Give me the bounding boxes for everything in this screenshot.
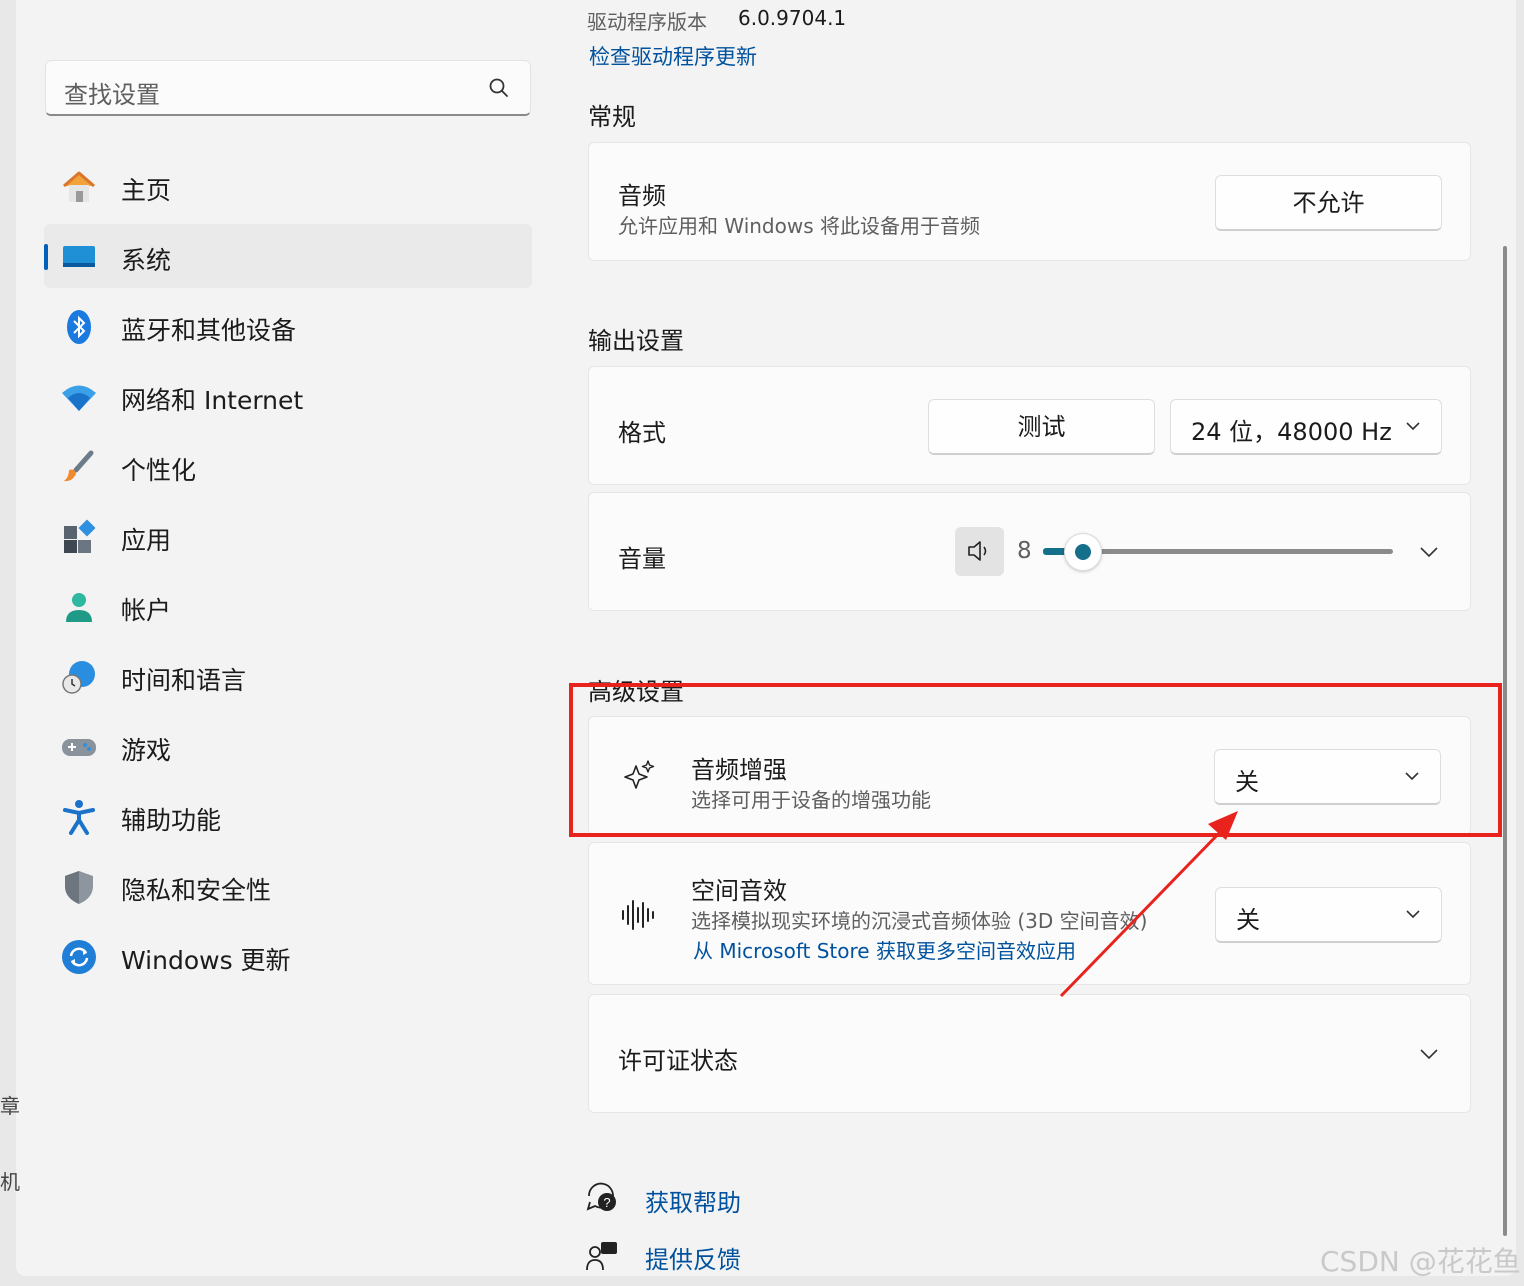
help-icon: ? bbox=[586, 1182, 616, 1211]
section-title-general: 常规 bbox=[588, 103, 636, 131]
chevron-down-icon bbox=[1406, 422, 1420, 431]
microsoft-store-link[interactable]: 从 Microsoft Store 获取更多空间音效应用 bbox=[693, 935, 1076, 964]
bluetooth-icon bbox=[67, 310, 91, 344]
update-icon bbox=[62, 940, 96, 974]
driver-version: 驱动程序版本 6.0.9704.1 bbox=[587, 6, 846, 35]
search-placeholder: 查找设置 bbox=[64, 81, 160, 109]
speaker-icon bbox=[968, 541, 987, 561]
sidebar-item-label: 帐户 bbox=[121, 596, 172, 625]
audio-title: 音频 bbox=[618, 182, 666, 210]
sidebar-item-time-language[interactable]: 时间和语言 bbox=[44, 644, 532, 708]
accessibility-icon bbox=[63, 800, 95, 835]
sidebar-item-label: 游戏 bbox=[121, 736, 172, 765]
search-input[interactable]: 查找设置 bbox=[45, 60, 531, 116]
spatial-sound-desc: 选择模拟现实环境的沉浸式音频体验 (3D 空间音效) bbox=[691, 909, 1148, 933]
shield-icon bbox=[65, 871, 93, 904]
sidebar-item-label: 时间和语言 bbox=[121, 666, 247, 695]
brush-icon bbox=[64, 450, 94, 482]
chevron-down-icon bbox=[1420, 1049, 1438, 1060]
section-title-output: 输出设置 bbox=[588, 327, 684, 355]
check-driver-update-link[interactable]: 检查驱动程序更新 bbox=[589, 41, 757, 71]
volume-label: 音量 bbox=[618, 545, 666, 573]
driver-version-value: 6.0.9704.1 bbox=[738, 6, 847, 30]
volume-card: 音量 8 bbox=[588, 492, 1471, 611]
search-icon[interactable] bbox=[488, 77, 510, 99]
sidebar-item-gaming[interactable]: 游戏 bbox=[44, 714, 532, 778]
sidebar-item-apps[interactable]: 应用 bbox=[44, 504, 532, 568]
format-value: 24 位，48000 Hz bbox=[1191, 418, 1392, 446]
active-indicator bbox=[44, 244, 48, 270]
background-edge-text: 机 bbox=[0, 1170, 20, 1194]
account-icon bbox=[66, 593, 92, 622]
wifi-icon bbox=[62, 385, 96, 411]
sidebar-nav: 主页 系统 蓝牙和其他设备 网络和 Internet 个性化 应用 帐户 时间和… bbox=[44, 154, 532, 994]
home-icon bbox=[63, 171, 95, 202]
chevron-down-icon bbox=[1406, 910, 1420, 919]
audio-desc: 允许应用和 Windows 将此设备用于音频 bbox=[618, 214, 980, 238]
sidebar-item-label: 主页 bbox=[121, 176, 172, 205]
sidebar-item-label: 系统 bbox=[121, 246, 172, 275]
sidebar-item-privacy[interactable]: 隐私和安全性 bbox=[44, 854, 532, 918]
mute-toggle-button[interactable] bbox=[955, 527, 1004, 576]
sidebar-item-label: 网络和 Internet bbox=[121, 386, 304, 415]
gamepad-icon bbox=[62, 739, 96, 756]
sidebar-item-windows-update[interactable]: Windows 更新 bbox=[44, 924, 532, 988]
globe-clock-icon bbox=[62, 661, 95, 694]
feedback-link[interactable]: 提供反馈 bbox=[645, 1240, 741, 1275]
spatial-sound-title: 空间音效 bbox=[691, 877, 787, 905]
sidebar-item-accessibility[interactable]: 辅助功能 bbox=[44, 784, 532, 848]
sidebar-item-home[interactable]: 主页 bbox=[44, 154, 532, 218]
license-status-title: 许可证状态 bbox=[618, 1047, 738, 1075]
get-help-link[interactable]: 获取帮助 bbox=[645, 1183, 741, 1218]
spatial-sound-dropdown[interactable]: 关 bbox=[1215, 887, 1442, 943]
sidebar-item-bluetooth[interactable]: 蓝牙和其他设备 bbox=[44, 294, 532, 358]
sidebar-item-label: 隐私和安全性 bbox=[121, 876, 272, 905]
format-card: 格式 测试 24 位，48000 Hz bbox=[588, 366, 1471, 485]
annotation-highlight-box bbox=[569, 683, 1502, 837]
feedback-icon bbox=[586, 1242, 617, 1271]
sidebar-item-label: 应用 bbox=[121, 526, 172, 555]
driver-version-label: 驱动程序版本 bbox=[587, 10, 707, 34]
test-button[interactable]: 测试 bbox=[928, 399, 1155, 455]
sidebar-item-personalization[interactable]: 个性化 bbox=[44, 434, 532, 498]
spatial-sound-value: 关 bbox=[1236, 906, 1260, 934]
audio-card: 音频 允许应用和 Windows 将此设备用于音频 不允许 bbox=[588, 142, 1471, 261]
svg-text:?: ? bbox=[603, 1195, 610, 1210]
format-label: 格式 bbox=[618, 419, 666, 447]
license-status-card[interactable]: 许可证状态 bbox=[588, 994, 1471, 1113]
background-edge-text: 章 bbox=[0, 1094, 20, 1118]
sidebar-item-label: 辅助功能 bbox=[121, 806, 222, 835]
watermark: CSDN @花花鱼 bbox=[1320, 1245, 1521, 1278]
volume-slider-thumb[interactable] bbox=[1064, 533, 1102, 571]
system-icon bbox=[63, 246, 95, 267]
format-dropdown[interactable]: 24 位，48000 Hz bbox=[1170, 399, 1442, 455]
sidebar-item-accounts[interactable]: 帐户 bbox=[44, 574, 532, 638]
spatial-sound-card: 空间音效 选择模拟现实环境的沉浸式音频体验 (3D 空间音效) 从 Micros… bbox=[588, 842, 1471, 985]
sidebar-item-label: Windows 更新 bbox=[121, 946, 291, 975]
sidebar-item-network[interactable]: 网络和 Internet bbox=[44, 364, 532, 428]
volume-value: 8 bbox=[1017, 538, 1032, 564]
sidebar-item-label: 个性化 bbox=[121, 456, 197, 485]
sidebar-item-system[interactable]: 系统 bbox=[44, 224, 532, 288]
chevron-down-icon[interactable] bbox=[1419, 542, 1439, 562]
scrollbar[interactable] bbox=[1503, 246, 1507, 1236]
disallow-button[interactable]: 不允许 bbox=[1215, 175, 1442, 231]
volume-slider[interactable] bbox=[1043, 533, 1393, 571]
sidebar-item-label: 蓝牙和其他设备 bbox=[121, 316, 297, 345]
sound-wave-icon bbox=[622, 900, 654, 930]
apps-icon bbox=[64, 519, 96, 553]
